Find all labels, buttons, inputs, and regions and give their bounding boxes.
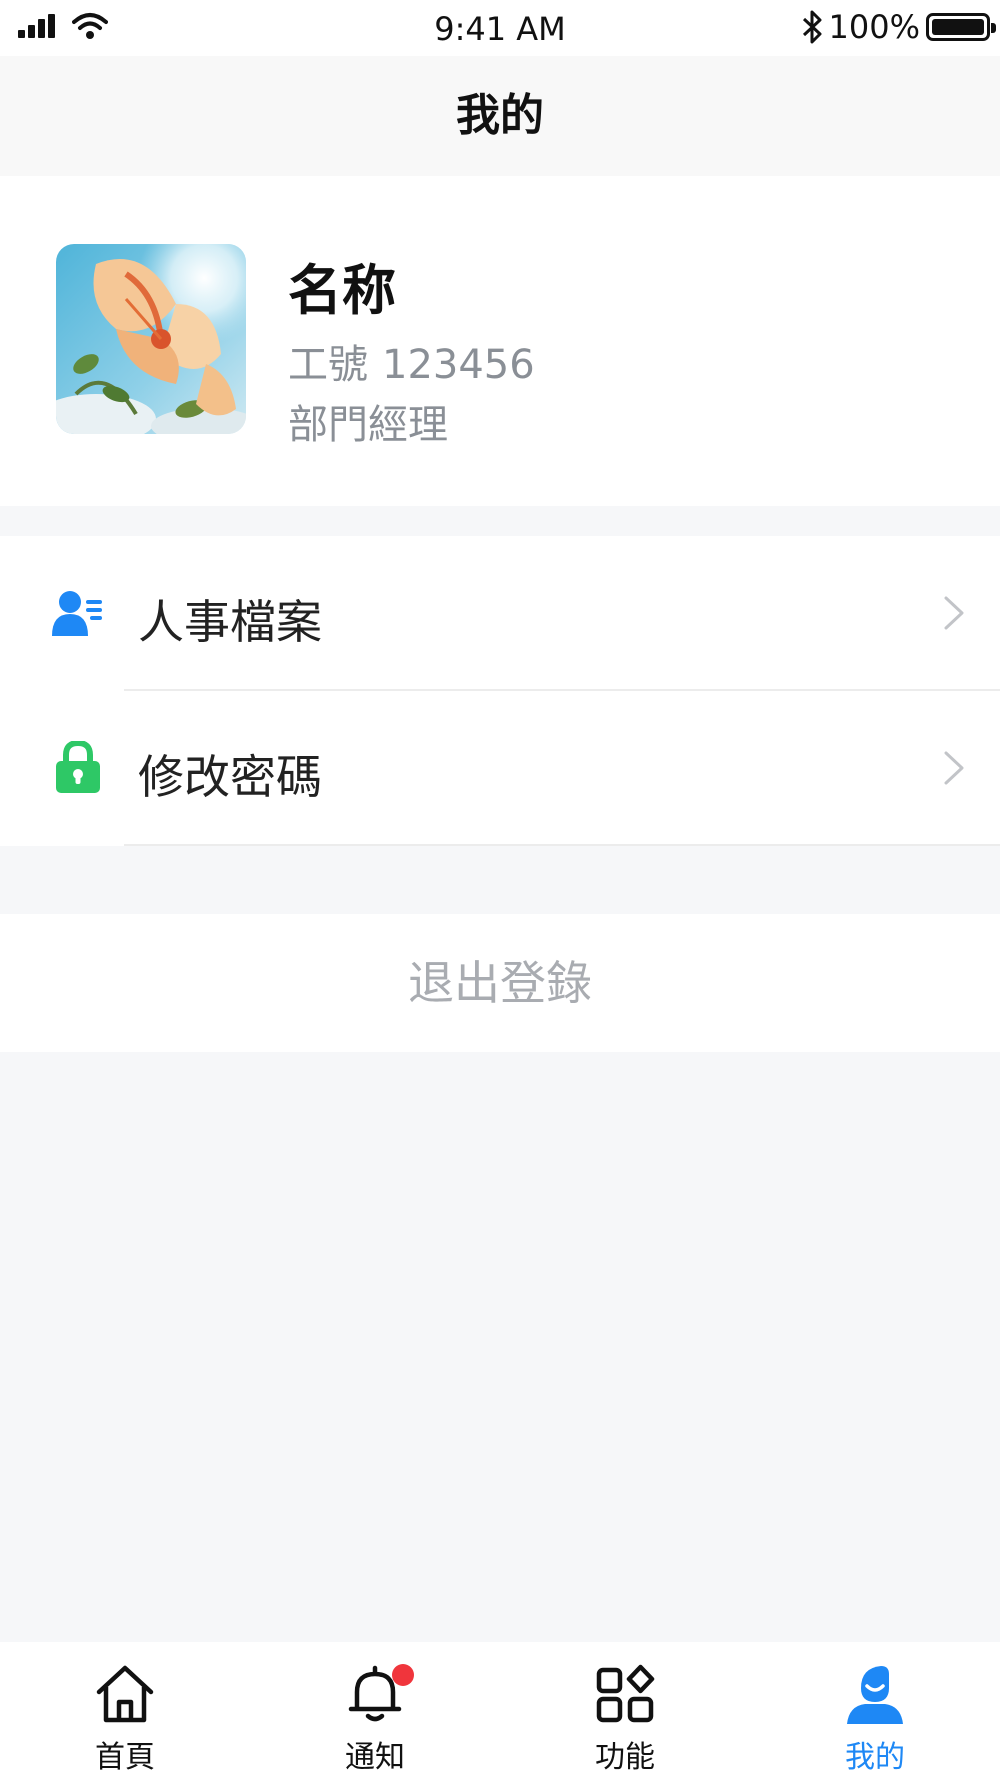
tab-me[interactable]: 我的 [750, 1642, 1000, 1778]
status-bar: 9:41 AM 100% [0, 0, 1000, 56]
chevron-right-icon [944, 751, 964, 785]
menu-item-label: 修改密碼 [138, 750, 322, 804]
battery-icon [926, 13, 996, 41]
home-icon [96, 1665, 154, 1723]
employee-id: 工號 123456 [288, 332, 535, 390]
divider [124, 844, 1000, 846]
battery-level [932, 19, 984, 35]
flower-photo [56, 244, 246, 434]
menu-item-personnel-file[interactable]: 人事檔案 [0, 536, 1000, 691]
profile-card[interactable]: 名称 工號 123456 部門經理 [0, 176, 1000, 506]
personnel-file-icon [52, 591, 102, 636]
user-icon [847, 1666, 903, 1724]
notification-badge [392, 1664, 414, 1686]
profile-name: 名称 [288, 259, 396, 322]
tab-label: 首頁 [95, 1740, 155, 1775]
employee-id-label: 工號 [288, 342, 368, 388]
tab-functions[interactable]: 功能 [500, 1642, 750, 1778]
tab-bar: 首頁 通知 功能 我的 [0, 1642, 1000, 1778]
logout-button[interactable]: 退出登錄 [0, 914, 1000, 1052]
department: 部門經理 [288, 402, 448, 448]
tab-home[interactable]: 首頁 [0, 1642, 250, 1778]
apps-icon [596, 1664, 655, 1723]
settings-menu: 人事檔案 修改密碼 [0, 536, 1000, 846]
nav-bar: 我的 [0, 56, 1000, 176]
battery-percent: 100% [828, 8, 920, 46]
tab-label: 功能 [595, 1740, 655, 1775]
tab-notifications[interactable]: 通知 [250, 1642, 500, 1778]
page-title: 我的 [456, 90, 544, 141]
tab-label: 我的 [845, 1740, 905, 1775]
lock-icon [56, 741, 100, 793]
chevron-right-icon [944, 596, 964, 630]
employee-id-value: 123456 [382, 342, 535, 388]
menu-item-change-password[interactable]: 修改密碼 [0, 691, 1000, 846]
bluetooth-icon [802, 10, 822, 44]
logout-label: 退出登錄 [408, 956, 592, 1010]
avatar[interactable] [56, 244, 246, 434]
menu-item-label: 人事檔案 [138, 595, 322, 649]
tab-label: 通知 [345, 1740, 405, 1775]
